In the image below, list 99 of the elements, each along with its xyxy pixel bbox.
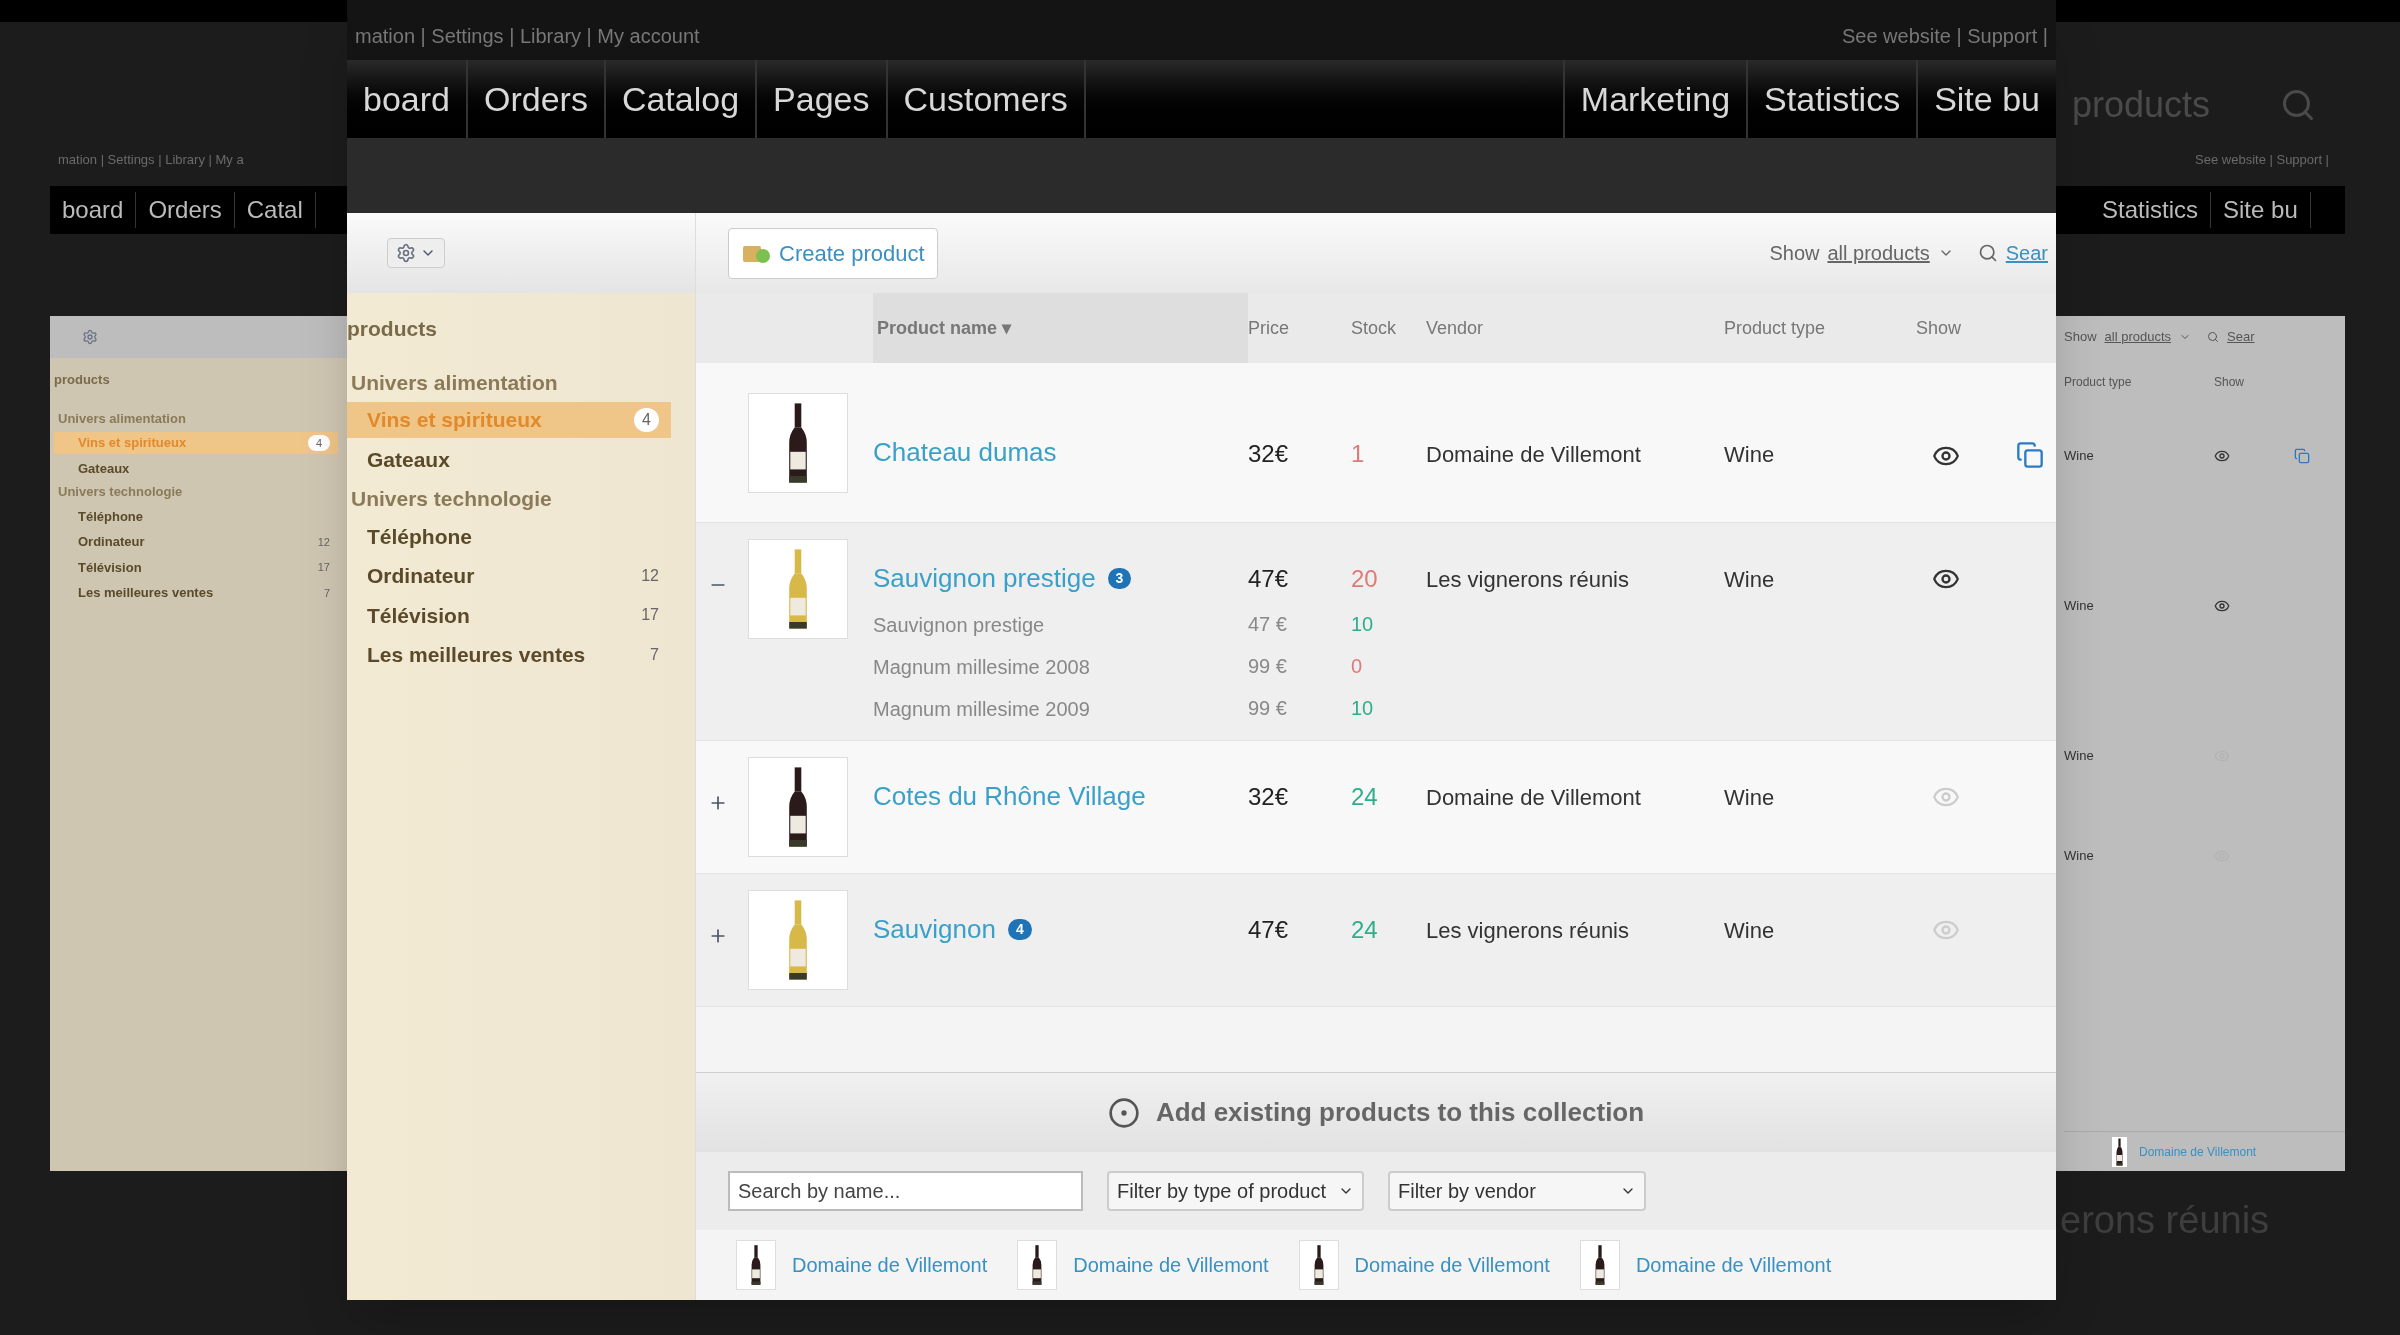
variant-name: Magnum millesime 2008	[873, 655, 1091, 680]
create-product-button[interactable]: Create product	[728, 227, 938, 279]
sidebar-item[interactable]: Télévision 17	[54, 556, 338, 578]
sidebar-item[interactable]: Gateaux	[347, 441, 671, 477]
nav-item[interactable]: Statistics	[2090, 192, 2212, 228]
sidebar-item[interactable]: Les meilleures ventes 7	[54, 582, 338, 604]
sidebar-item[interactable]: Téléphone	[54, 505, 338, 527]
add-circle-icon[interactable]	[1107, 1096, 1140, 1129]
result-link[interactable]: Domaine de Villemont	[1073, 1250, 1269, 1280]
top-links: See website | Support |	[2194, 151, 2330, 169]
show-filter-link[interactable]: all products	[2104, 327, 2171, 347]
result-link[interactable]: Domaine de Villemont	[1354, 1250, 1550, 1280]
price-cell-text: 32€	[1248, 438, 1290, 469]
table-cell-text: Wine	[2064, 847, 2095, 866]
column-header: Product type	[2064, 374, 2133, 391]
sidebar-item[interactable]: Les meilleures ventes 7	[347, 637, 671, 673]
eye-icon[interactable]	[2214, 598, 2230, 614]
column-header: Show	[2214, 374, 2246, 391]
sidebar-title: products	[347, 316, 438, 342]
search-icon[interactable]	[2207, 331, 2219, 343]
variant-name: Magnum millesime 2009	[873, 697, 1091, 722]
stock-cell-text: 20	[1351, 564, 1379, 594]
sidebar-item[interactable]: Télévision 17	[347, 597, 671, 633]
column-header: Show	[1916, 316, 1963, 340]
sidebar-item[interactable]: Vins et spiritueux 4	[54, 432, 338, 454]
eye-icon[interactable]	[2214, 448, 2230, 464]
variant-stock: 10	[1351, 612, 1375, 637]
item-count: 17	[317, 560, 330, 575]
result-link[interactable]: Domaine de Villemont	[1635, 1250, 1832, 1280]
variant-name: Sauvignon prestige	[873, 613, 1046, 638]
item-count: 4	[307, 434, 330, 451]
top-links: mation | Settings | Library | My account	[355, 24, 700, 49]
sidebar-item[interactable]: Ordinateur 12	[347, 558, 671, 594]
filter-dropdown[interactable]: Filter by type of product	[1107, 1171, 1364, 1211]
top-links: See website | Support |	[1841, 24, 2048, 49]
sidebar-item[interactable]: Téléphone	[347, 518, 671, 554]
product-link[interactable]: Chateau dumas	[873, 433, 1057, 472]
nav-item[interactable]: Site bu	[2211, 192, 2311, 228]
column-header: Product type	[1724, 316, 1827, 340]
settings-icon[interactable]	[82, 329, 98, 345]
show-label: Show	[1769, 241, 1820, 266]
column-header: Stock	[1351, 316, 1398, 340]
stock-cell-text: 24	[1351, 915, 1379, 945]
copy-icon[interactable]	[2294, 448, 2310, 464]
type-cell-text: Wine	[1724, 784, 1776, 812]
sidebar-group[interactable]: Univers technologie	[347, 483, 671, 515]
section-title: Add existing products to this collection	[1155, 1096, 1645, 1129]
item-count: 17	[641, 605, 659, 626]
vendor-cell-text: Les vignerons réunis	[1426, 566, 1630, 594]
variant-count-badge: 4	[1007, 919, 1032, 940]
vendor-cell-text: Domaine de Villemont	[1426, 441, 1642, 469]
settings-icon	[396, 243, 416, 263]
sidebar-item[interactable]: Ordinateur 12	[54, 531, 338, 553]
column-header: Price	[1248, 316, 1290, 340]
item-count: 7	[323, 585, 330, 601]
vendor-cell-text: Domaine de Villemont	[1426, 784, 1642, 812]
stock-cell-text: 1	[1351, 438, 1366, 469]
search-icon[interactable]	[1977, 243, 1998, 263]
variant-stock: 10	[1351, 696, 1375, 721]
search-link[interactable]: Sear	[2005, 238, 2048, 268]
sidebar-group[interactable]: Univers alimentation	[347, 366, 671, 398]
variant-count-badge: 3	[1107, 568, 1132, 589]
stock-cell-text: 24	[1351, 782, 1379, 812]
item-count: 7	[650, 644, 659, 665]
variant-price: 47 €	[1248, 612, 1288, 637]
variant-stock: 0	[1351, 654, 1364, 679]
search-field[interactable]: Search by name...	[728, 1171, 1083, 1211]
show-label: Show	[2064, 328, 2097, 347]
filter-dropdown[interactable]: Filter by vendor	[1388, 1171, 1646, 1211]
variant-price: 99 €	[1248, 654, 1288, 679]
table-cell-text: Wine	[2064, 447, 2095, 466]
settings-dropdown[interactable]	[387, 238, 445, 268]
item-count: 12	[641, 565, 659, 586]
sidebar-title: products	[54, 371, 111, 389]
vendor-cell-text: Les vignerons réunis	[1426, 917, 1630, 945]
type-cell-text: Wine	[1724, 566, 1776, 594]
column-header: Vendor	[1426, 316, 1485, 340]
product-link[interactable]: Cotes du Rhône Village	[873, 777, 1146, 816]
search-link[interactable]: Sear	[2227, 327, 2255, 347]
price-cell-text: 32€	[1248, 782, 1290, 812]
nav-item[interactable]: Catal	[234, 192, 316, 228]
item-count: 4	[634, 407, 659, 432]
sidebar-item[interactable]: Vins et spiritueux 4	[347, 402, 671, 438]
nav-item[interactable]: Orders	[136, 192, 235, 228]
table-cell-text: Wine	[2064, 747, 2095, 766]
copy-icon[interactable]	[2016, 440, 2044, 469]
show-filter-link[interactable]: all products	[1827, 238, 1930, 268]
table-cell-text: Wine	[2064, 597, 2095, 616]
column-header[interactable]: Product name ▾	[873, 293, 1248, 363]
price-cell-text: 47€	[1248, 564, 1290, 594]
top-links: mation | Settings | Library | My a	[57, 151, 245, 169]
nav-item[interactable]: board	[50, 192, 137, 228]
sidebar-item[interactable]: Gateaux	[54, 457, 338, 479]
type-cell-text: Wine	[1724, 917, 1776, 945]
variant-price: 99 €	[1248, 696, 1288, 721]
price-cell-text: 47€	[1248, 915, 1290, 945]
type-cell-text: Wine	[1724, 441, 1776, 469]
item-count: 12	[317, 534, 330, 550]
result-link[interactable]: Domaine de Villemont	[792, 1250, 988, 1280]
